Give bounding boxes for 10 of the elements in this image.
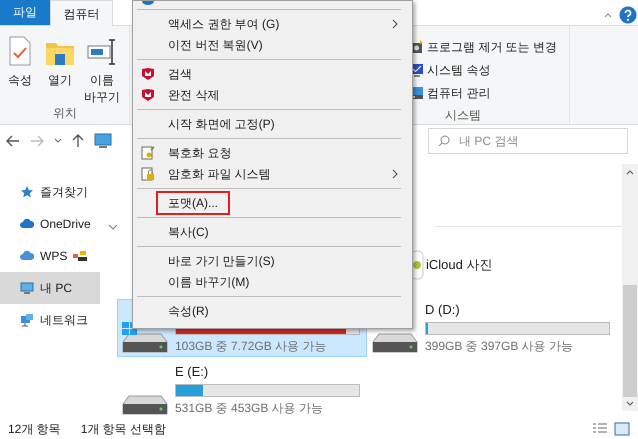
free-space-text: 103GB 중 7.72GB 사용 가능 <box>175 338 328 355</box>
free-space-text: 531GB 중 453GB 사용 가능 <box>175 400 324 417</box>
status-text: 12개 항목 <box>8 420 61 438</box>
drive-name: E (E:) <box>175 363 210 382</box>
group-label: 위치 <box>52 105 78 122</box>
status-text: 1개 항목 선택함 <box>80 420 166 438</box>
drive-name: D (D:) <box>425 301 461 320</box>
group-label: 시스템 <box>444 107 482 124</box>
free-space-text: 399GB 중 397GB 사용 가능 <box>425 338 574 355</box>
folder-label: iCloud 사진 <box>426 256 492 274</box>
